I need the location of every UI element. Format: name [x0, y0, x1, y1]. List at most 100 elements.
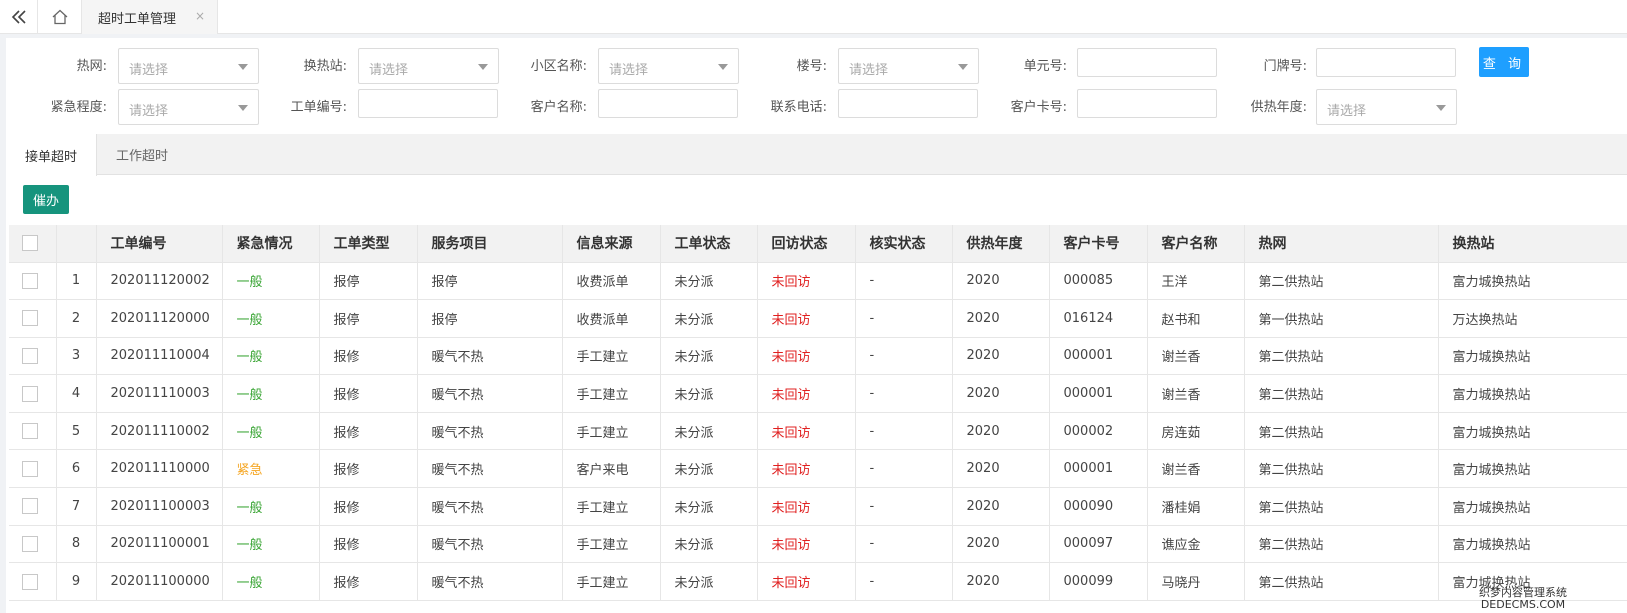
cell-order: 202011110004 — [96, 337, 223, 376]
cell-visit: 未回访 — [757, 374, 856, 413]
order-no-input[interactable] — [358, 89, 498, 118]
row-checkbox-cell[interactable] — [9, 487, 57, 526]
table-row[interactable]: 6 202011110000 紧急 报修 暖气不热 客户来电 未分派 未回访 -2020 0000… — [9, 449, 1627, 489]
cell-status: 未分派 — [660, 562, 758, 601]
column-header[interactable]: 换热站 — [1438, 225, 1627, 263]
cell-name: 谢兰香 — [1147, 337, 1245, 376]
row-checkbox-cell[interactable] — [9, 337, 57, 376]
cell-station: 富力城换热站 — [1438, 449, 1627, 489]
column-header[interactable]: 工单状态 — [660, 225, 758, 263]
column-header[interactable]: 客户卡号 — [1049, 225, 1148, 263]
cell-visit: 未回访 — [757, 262, 856, 301]
home-button[interactable] — [38, 0, 82, 34]
table-row[interactable]: 8 202011100001 一般 报修 暖气不热 手工建立 未分派 未回访 -2020 0000… — [9, 525, 1627, 564]
row-checkbox-cell[interactable] — [9, 525, 57, 564]
column-header[interactable]: 回访状态 — [757, 225, 856, 263]
cell-name: 王洋 — [1147, 262, 1245, 301]
select-all-checkbox[interactable] — [22, 235, 38, 252]
column-header[interactable]: 核实状态 — [855, 225, 953, 263]
building-select[interactable]: 请选择 — [838, 48, 979, 84]
cell-station: 富力城换热站 — [1438, 525, 1627, 564]
column-header[interactable]: 供热年度 — [952, 225, 1050, 263]
cell-year: 2020 — [952, 374, 1050, 413]
row-checkbox[interactable] — [22, 460, 38, 477]
tab-work-timeout[interactable]: 工作超时 — [97, 134, 187, 175]
cell-source: 手工建立 — [562, 337, 661, 376]
cell-source: 收费派单 — [562, 262, 661, 301]
urge-button[interactable]: 催办 — [23, 185, 69, 214]
cell-order: 202011120002 — [96, 262, 223, 301]
phone-input[interactable] — [838, 89, 978, 118]
table-row[interactable]: 7 202011100003 一般 报修 暖气不热 手工建立 未分派 未回访 -2020 0000… — [9, 487, 1627, 526]
cell-source: 手工建立 — [562, 374, 661, 413]
table-row[interactable]: 1 202011120002 一般 报停 报停 收费派单 未分派 未回访 -2020 000085… — [9, 262, 1627, 301]
row-checkbox[interactable] — [22, 347, 38, 364]
row-checkbox-cell[interactable] — [9, 412, 57, 451]
station-select[interactable]: 请选择 — [358, 48, 499, 84]
table-row[interactable]: 3 202011110004 一般 报修 暖气不热 手工建立 未分派 未回访 -2020 0000… — [9, 337, 1627, 376]
row-checkbox-cell[interactable] — [9, 374, 57, 413]
row-checkbox[interactable] — [22, 535, 38, 552]
double-chevron-left-icon — [11, 10, 26, 24]
cell-type: 报修 — [319, 562, 418, 601]
card-no-input[interactable] — [1077, 89, 1217, 118]
cell-card: 000001 — [1049, 374, 1148, 413]
community-select[interactable]: 请选择 — [598, 48, 739, 84]
row-checkbox-cell[interactable] — [9, 449, 57, 489]
station-label: 换热站: — [303, 59, 347, 74]
row-checkbox[interactable] — [22, 498, 38, 515]
cell-card: 000085 — [1049, 262, 1148, 301]
cell-type: 报修 — [319, 449, 418, 489]
heat-net-label: 热网: — [76, 59, 107, 74]
row-checkbox[interactable] — [22, 423, 38, 440]
tab-accept-timeout[interactable]: 接单超时 — [6, 134, 97, 176]
column-header[interactable]: 紧急情况 — [222, 225, 320, 263]
cell-year: 2020 — [952, 562, 1050, 601]
row-checkbox-cell[interactable] — [9, 562, 57, 601]
cell-year: 2020 — [952, 262, 1050, 301]
select-all-checkbox-cell[interactable] — [9, 225, 57, 263]
table-row[interactable]: 5 202011110002 一般 报修 暖气不热 手工建立 未分派 未回访 -2020 0000… — [9, 412, 1627, 451]
column-header[interactable]: 热网 — [1244, 225, 1439, 263]
door-input[interactable] — [1316, 48, 1456, 77]
unit-input[interactable] — [1077, 48, 1217, 77]
table-row[interactable]: 2 202011120000 一般 报停 报停 收费派单 未分派 未回访 -2020 016124… — [9, 299, 1627, 338]
cell-year: 2020 — [952, 412, 1050, 451]
row-checkbox[interactable] — [22, 385, 38, 402]
cell-net: 第二供热站 — [1244, 412, 1439, 451]
row-checkbox[interactable] — [22, 573, 38, 590]
watermark: 织梦内容管理系统 DEDECMS.COM — [1479, 587, 1567, 611]
table-row[interactable]: 9 202011100000 一般 报修 暖气不热 手工建立 未分派 未回访 -2020 0000… — [9, 562, 1627, 601]
cell-verify: - — [855, 525, 953, 564]
column-header[interactable]: 工单编号 — [96, 225, 223, 263]
cell-year: 2020 — [952, 487, 1050, 526]
cell-name: 赵书和 — [1147, 299, 1245, 338]
collapse-nav-button[interactable] — [0, 0, 38, 34]
customer-name-label: 客户名称: — [530, 100, 587, 115]
row-checkbox[interactable] — [22, 272, 38, 289]
urgency-select[interactable]: 请选择 — [118, 89, 259, 125]
cell-status: 未分派 — [660, 299, 758, 338]
column-header[interactable]: 工单类型 — [319, 225, 418, 263]
page-tab-timeout-orders[interactable]: 超时工单管理 × — [82, 0, 218, 34]
column-header[interactable]: 信息来源 — [562, 225, 661, 263]
customer-name-input[interactable] — [598, 89, 738, 118]
close-icon[interactable]: × — [195, 9, 205, 23]
cell-year: 2020 — [952, 337, 1050, 376]
row-index: 2 — [56, 299, 97, 338]
row-checkbox-cell[interactable] — [9, 299, 57, 338]
row-checkbox-cell[interactable] — [9, 262, 57, 301]
query-button[interactable]: 查 询 — [1479, 47, 1529, 77]
column-header[interactable]: 客户名称 — [1147, 225, 1245, 263]
year-select[interactable]: 请选择 — [1316, 89, 1457, 125]
year-label: 供热年度: — [1250, 100, 1307, 115]
cell-status: 未分派 — [660, 487, 758, 526]
heat-net-select[interactable]: 请选择 — [118, 48, 259, 84]
row-index: 1 — [56, 262, 97, 301]
cell-visit: 未回访 — [757, 525, 856, 564]
select-placeholder: 请选择 — [1327, 104, 1367, 119]
column-header[interactable]: 服务项目 — [417, 225, 563, 263]
row-checkbox[interactable] — [22, 310, 38, 327]
cell-type: 报修 — [319, 412, 418, 451]
table-row[interactable]: 4 202011110003 一般 报修 暖气不热 手工建立 未分派 未回访 -2020 0000… — [9, 374, 1627, 413]
